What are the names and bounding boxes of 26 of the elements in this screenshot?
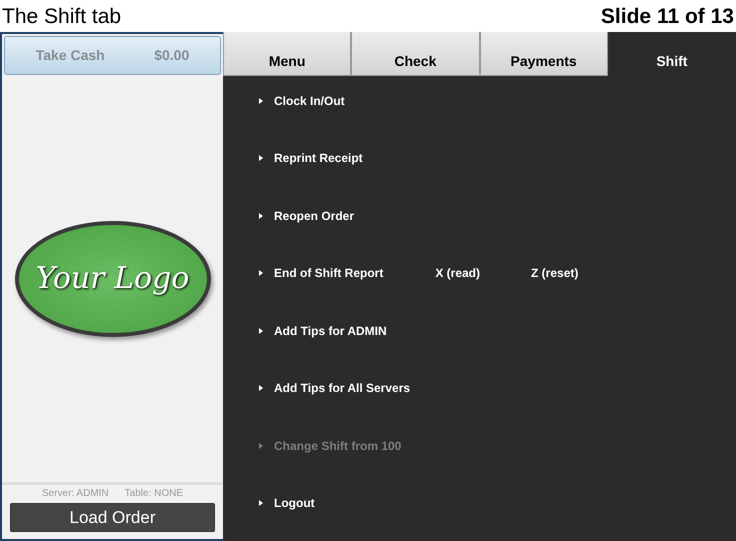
menu-link[interactable]: Reprint Receipt — [259, 150, 363, 166]
load-order-button[interactable]: Load Order — [10, 503, 215, 532]
tab[interactable]: Menu — [223, 32, 352, 76]
tab[interactable]: Check — [351, 32, 480, 76]
tab[interactable]: Payments — [480, 32, 608, 76]
menu-link[interactable]: Add Tips for ADMIN — [259, 323, 387, 338]
menu-link[interactable]: Reopen Order — [259, 208, 354, 223]
server-label: Server: ADMIN — [42, 487, 109, 501]
report-option-link[interactable]: Z (reset) — [531, 266, 578, 280]
table-label: Table: NONE — [124, 487, 184, 501]
arrow-icon — [259, 212, 263, 218]
arrow-icon — [259, 328, 263, 334]
slide-title: The Shift tab — [2, 6, 122, 26]
arrow-icon — [259, 270, 263, 276]
arrow-icon — [259, 385, 263, 391]
menu-link[interactable]: Add Tips for All Servers — [259, 380, 410, 396]
menu-link[interactable]: Logout — [259, 496, 315, 510]
menu-link[interactable]: Clock In/Out — [259, 93, 345, 108]
menu-link[interactable]: End of Shift Report — [259, 266, 384, 280]
arrow-icon — [259, 500, 263, 506]
logo: Your Logo — [14, 220, 210, 336]
slide-counter: Slide 11 of 13 — [600, 6, 734, 26]
arrow-icon — [259, 442, 263, 448]
report-option-link[interactable]: X (read) — [435, 266, 480, 280]
arrow-icon — [259, 155, 263, 161]
arrow-icon — [259, 98, 263, 104]
